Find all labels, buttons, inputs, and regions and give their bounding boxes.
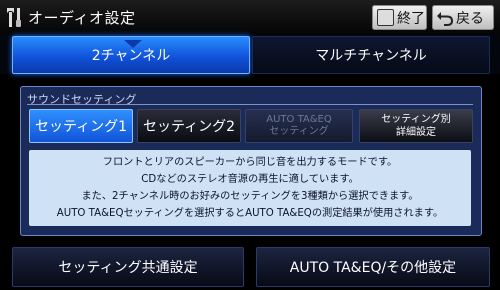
back-label: 戻る xyxy=(456,10,484,27)
auto-taeq-label-line1: AUTO TA&EQ xyxy=(266,114,332,125)
setting-1-label: セッティング1 xyxy=(34,119,128,135)
header-bar: オーディオ設定 終了 戻る xyxy=(0,0,500,34)
auto-taeq-label-line2: セッティング xyxy=(269,126,329,137)
exit-icon xyxy=(377,9,394,26)
description-line: フロントとリアのスピーカーから同じ音を出力するモードです。 xyxy=(102,157,398,168)
setting-2-button[interactable]: セッティング2 xyxy=(137,109,241,143)
setting-1-button[interactable]: セッティング1 xyxy=(29,109,133,143)
exit-button[interactable]: 終了 xyxy=(372,5,427,30)
tab-multi-channel[interactable]: マルチチャンネル xyxy=(252,36,490,74)
common-settings-button[interactable]: セッティング共通設定 xyxy=(12,247,244,287)
exit-label: 終了 xyxy=(397,10,425,27)
description-line: AUTO TA&EQセッティングを選択するとAUTO TA&EQの測定結果が使用… xyxy=(56,208,444,219)
setting-2-label: セッティング2 xyxy=(142,119,236,135)
description-line: また、2チャンネル時のお好みのセッティングを3種類から選択できます。 xyxy=(81,191,419,202)
active-tab-pointer xyxy=(124,40,142,48)
sound-setting-panel: サウンドセッティング セッティング1 セッティング2 AUTO TA&EQ セッ… xyxy=(20,86,482,236)
channel-tabs: 2チャンネル マルチチャンネル xyxy=(0,34,500,74)
page-title: オーディオ設定 xyxy=(28,9,136,27)
auto-taeq-setting-button: AUTO TA&EQ セッティング xyxy=(245,109,353,143)
back-arrow-icon xyxy=(437,11,453,26)
detail-settings-label-line2: 詳細設定 xyxy=(396,127,436,138)
detail-settings-label-line1: セッティング別 xyxy=(381,114,451,125)
wrench-screwdriver-icon xyxy=(7,8,21,27)
back-button[interactable]: 戻る xyxy=(432,5,494,30)
detail-settings-button[interactable]: セッティング別 詳細設定 xyxy=(359,109,473,143)
divider xyxy=(27,104,473,105)
description-box: フロントとリアのスピーカーから同じ音を出力するモードです。 CDなどのステレオ音… xyxy=(29,150,471,226)
auto-taeq-other-settings-button[interactable]: AUTO TA&EQ/その他設定 xyxy=(256,247,490,287)
description-line: CDなどのステレオ音源の再生に適しています。 xyxy=(141,174,359,185)
